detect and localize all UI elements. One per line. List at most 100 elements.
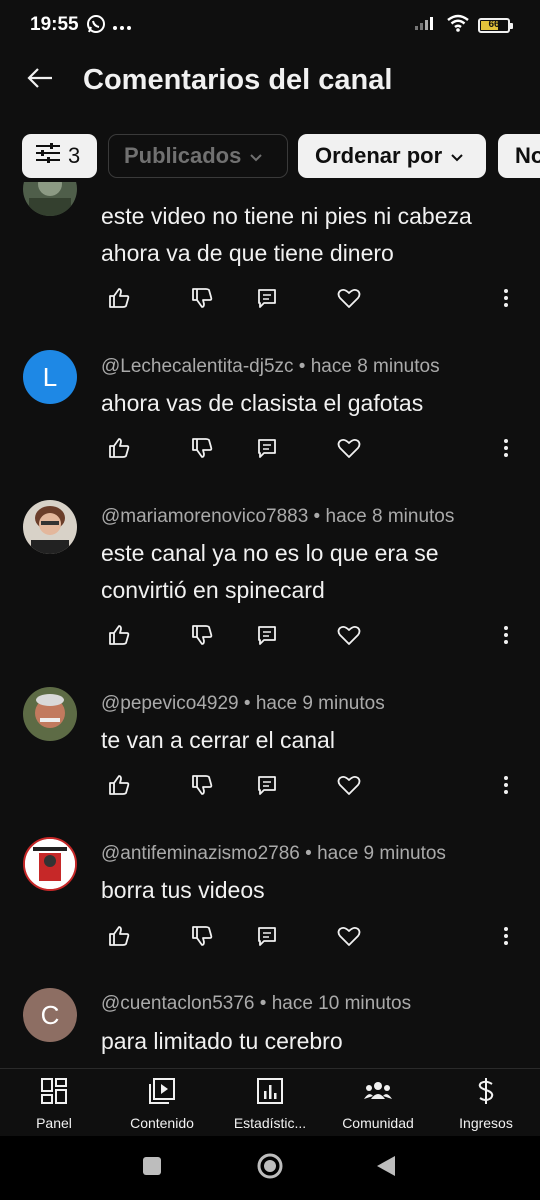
reply-button[interactable] <box>252 772 282 802</box>
arrow-left-icon <box>26 66 54 95</box>
sort-chip[interactable]: Ordenar por <box>298 134 486 178</box>
comment-author[interactable]: @mariamorenovico7883 <box>101 506 308 527</box>
analytics-icon <box>256 1077 284 1110</box>
filter-chip[interactable]: 3 <box>22 134 97 178</box>
thumb-up-icon <box>107 623 131 652</box>
thumb-down-icon <box>190 286 214 315</box>
nav-item-revenue[interactable]: Ingresos <box>432 1077 540 1131</box>
vertical-dots-icon <box>503 625 509 650</box>
status-left-icons <box>86 14 132 39</box>
reply-button[interactable] <box>252 285 282 315</box>
like-button[interactable] <box>104 435 134 465</box>
like-button[interactable] <box>104 622 134 652</box>
heart-icon <box>337 624 361 651</box>
dislike-button[interactable] <box>187 285 217 315</box>
back-button[interactable] <box>22 62 58 98</box>
home-circle-icon <box>255 1151 285 1186</box>
nav-label: Estadístic... <box>233 1115 307 1131</box>
sort-label: Ordenar por <box>315 143 443 168</box>
like-button[interactable] <box>104 923 134 953</box>
comment-time: hace 8 minutos <box>325 506 455 527</box>
more-options-button[interactable] <box>491 923 521 953</box>
comment-text: te van a cerrar el canal <box>101 727 335 753</box>
comment-text: este video no tiene ni pies ni cabeza ah… <box>101 203 472 266</box>
reply-icon <box>256 624 278 651</box>
nav-label: Comunidad <box>342 1115 414 1131</box>
system-back-button[interactable] <box>370 1152 402 1184</box>
status-time: 19:55 <box>30 14 79 35</box>
reply-icon <box>256 774 278 801</box>
battery-cap <box>510 23 513 29</box>
comment-actions <box>0 435 540 465</box>
comment-author[interactable]: @cuentaclon5376 <box>101 993 254 1014</box>
thumb-up-icon <box>107 773 131 802</box>
reply-icon <box>256 287 278 314</box>
more-options-button[interactable] <box>491 435 521 465</box>
avatar[interactable] <box>23 837 77 891</box>
comment-text: borra tus videos <box>101 877 265 903</box>
nav-label: Contenido <box>130 1115 194 1131</box>
heart-button[interactable] <box>334 772 364 802</box>
more-filter-chip[interactable]: No <box>498 134 540 178</box>
comment-author[interactable]: @antifeminazismo2786 <box>101 843 300 864</box>
nav-item-content[interactable]: Contenido <box>108 1077 216 1131</box>
comment-time: hace 10 minutos <box>271 993 412 1014</box>
comments-list: este video no tiene ni pies ni cabeza ah… <box>0 182 540 1068</box>
comment-time: hace 8 minutos <box>310 356 440 377</box>
heart-button[interactable] <box>334 923 364 953</box>
more-options-button[interactable] <box>491 772 521 802</box>
comment-actions <box>0 622 540 652</box>
published-filter-chip[interactable]: Publicados <box>108 134 288 178</box>
dislike-button[interactable] <box>187 923 217 953</box>
heart-button[interactable] <box>334 622 364 652</box>
page-title: Comentarios del canal <box>83 64 393 96</box>
like-button[interactable] <box>104 772 134 802</box>
nav-item-community[interactable]: Comunidad <box>324 1077 432 1131</box>
status-right-icons: 66 <box>414 14 513 37</box>
reply-button[interactable] <box>252 435 282 465</box>
comment-actions <box>0 285 540 315</box>
avatar[interactable] <box>23 687 77 741</box>
thumb-down-icon <box>190 773 214 802</box>
thumb-up-icon <box>107 924 131 953</box>
more-options-button[interactable] <box>491 622 521 652</box>
like-button[interactable] <box>104 285 134 315</box>
comment-meta: @mariamorenovico7883 • hace 8 minutos <box>101 506 455 527</box>
chevron-down-icon <box>249 143 263 169</box>
reply-button[interactable] <box>252 923 282 953</box>
nav-label: Ingresos <box>459 1115 513 1131</box>
avatar[interactable]: L <box>23 350 77 404</box>
filter-bar: 3 Publicados Ordenar por No <box>0 134 540 182</box>
battery-level: 66 <box>488 19 500 30</box>
more-filter-label: No <box>515 143 540 168</box>
reply-button[interactable] <box>252 622 282 652</box>
more-options-button[interactable] <box>491 285 521 315</box>
heart-button[interactable] <box>334 435 364 465</box>
comment-author[interactable]: @pepevico4929 <box>101 693 239 714</box>
comment-time: hace 9 minutos <box>317 843 446 864</box>
nav-item-analytics[interactable]: Estadístic... <box>216 1077 324 1131</box>
published-label: Publicados <box>124 143 242 168</box>
comment-author[interactable]: @Lechecalentita-dj5zc <box>101 356 294 377</box>
dislike-button[interactable] <box>187 435 217 465</box>
avatar-letter: C <box>40 999 60 1030</box>
heart-icon <box>337 925 361 952</box>
avatar[interactable]: C <box>23 988 77 1042</box>
nav-item-panel[interactable]: Panel <box>0 1077 108 1131</box>
reply-icon <box>256 925 278 952</box>
nav-label: Panel <box>36 1115 72 1131</box>
avatar[interactable] <box>23 500 77 554</box>
dislike-button[interactable] <box>187 622 217 652</box>
square-icon <box>141 1155 163 1182</box>
filter-count: 3 <box>68 143 81 168</box>
avatar[interactable] <box>23 182 77 216</box>
heart-button[interactable] <box>334 285 364 315</box>
app-bar: Comentarios del canal <box>0 48 540 114</box>
comment-meta: @antifeminazismo2786 • hace 9 minutos <box>101 843 446 864</box>
vertical-dots-icon <box>503 926 509 951</box>
dislike-button[interactable] <box>187 772 217 802</box>
home-button[interactable] <box>254 1152 286 1184</box>
avatar-letter: L <box>42 361 58 392</box>
recents-button[interactable] <box>136 1152 168 1184</box>
status-bar: 19:55 66 <box>0 0 540 48</box>
